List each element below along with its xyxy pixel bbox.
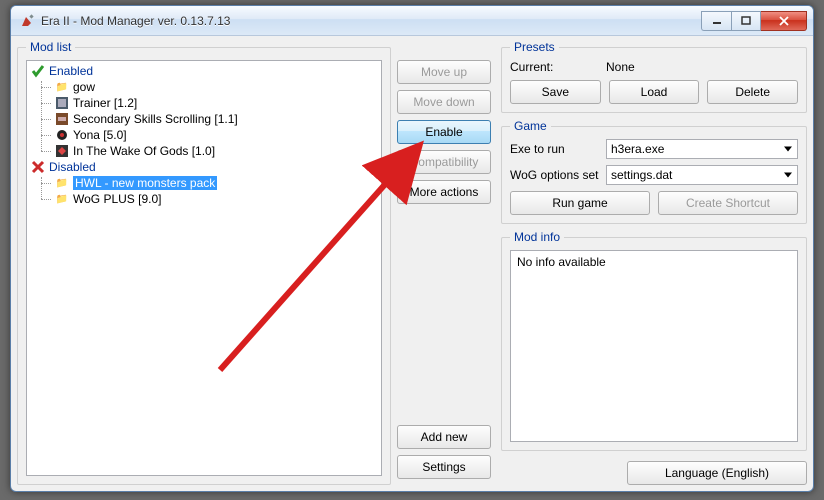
more-actions-button[interactable]: More actions [397,180,491,204]
wog-value: settings.dat [611,168,672,182]
enabled-group-label: Enabled [49,64,93,78]
mod-icon [55,96,69,110]
x-icon [31,160,45,174]
mod-tree[interactable]: Enabled 📁 gow Trainer [1.2] [26,60,382,476]
right-column: Presets Current: None Save Load Delete G… [501,40,807,485]
content-area: Mod list Enabled 📁 gow [11,36,813,491]
game-legend: Game [510,119,551,133]
preset-load-button[interactable]: Load [609,80,700,104]
wog-combo[interactable]: settings.dat [606,165,798,185]
move-down-button[interactable]: Move down [397,90,491,114]
modinfo-legend: Mod info [510,230,564,244]
spacer [397,210,495,425]
mod-label: WoG PLUS [9.0] [73,192,161,206]
create-shortcut-button[interactable]: Create Shortcut [658,191,798,215]
mod-item[interactable]: Yona [5.0] [27,127,381,143]
app-window: Era II - Mod Manager ver. 0.13.7.13 Mod … [10,5,814,492]
action-column: Move up Move down Enable Compatibility M… [397,40,495,485]
enable-button[interactable]: Enable [397,120,491,144]
folder-icon: 📁 [55,192,69,206]
window-controls [701,11,807,31]
minimize-button[interactable] [701,11,731,31]
mod-label: gow [73,80,95,94]
compatibility-button[interactable]: Compatibility [397,150,491,174]
exe-combo[interactable]: h3era.exe [606,139,798,159]
modlist-legend: Mod list [26,40,75,54]
enabled-group-header[interactable]: Enabled [27,63,381,79]
wog-label: WoG options set [510,168,600,182]
preset-delete-button[interactable]: Delete [707,80,798,104]
disabled-group: Disabled 📁 HWL - new monsters pack 📁 WoG… [27,159,381,207]
exe-label: Exe to run [510,142,600,156]
mod-icon [55,128,69,142]
modlist-panel: Mod list Enabled 📁 gow [17,40,391,485]
mod-label: HWL - new monsters pack [73,176,217,190]
mod-label: Secondary Skills Scrolling [1.1] [73,112,238,126]
settings-button[interactable]: Settings [397,455,491,479]
mod-item[interactable]: Secondary Skills Scrolling [1.1] [27,111,381,127]
maximize-button[interactable] [731,11,761,31]
modinfo-text: No info available [510,250,798,442]
window-title: Era II - Mod Manager ver. 0.13.7.13 [41,14,230,28]
disabled-group-label: Disabled [49,160,96,174]
language-button[interactable]: Language (English) [627,461,807,485]
mod-label: Trainer [1.2] [73,96,137,110]
mod-item[interactable]: 📁 gow [27,79,381,95]
mod-label: Yona [5.0] [73,128,127,142]
current-preset-value: None [606,60,635,74]
mod-icon [55,144,69,158]
mod-icon [55,112,69,126]
exe-value: h3era.exe [611,142,664,156]
disabled-group-header[interactable]: Disabled [27,159,381,175]
mod-item[interactable]: 📁 HWL - new monsters pack [27,175,381,191]
modinfo-panel: Mod info No info available [501,230,807,451]
current-preset-label: Current: [510,60,600,74]
folder-icon: 📁 [55,176,69,190]
presets-legend: Presets [510,40,559,54]
game-panel: Game Exe to run h3era.exe WoG options se… [501,119,807,224]
mod-item[interactable]: Trainer [1.2] [27,95,381,111]
move-up-button[interactable]: Move up [397,60,491,84]
check-icon [31,64,45,78]
enabled-group: Enabled 📁 gow Trainer [1.2] [27,63,381,159]
run-game-button[interactable]: Run game [510,191,650,215]
titlebar[interactable]: Era II - Mod Manager ver. 0.13.7.13 [11,6,813,36]
mod-item[interactable]: In The Wake Of Gods [1.0] [27,143,381,159]
close-button[interactable] [761,11,807,31]
preset-save-button[interactable]: Save [510,80,601,104]
mod-item[interactable]: 📁 WoG PLUS [9.0] [27,191,381,207]
app-icon [19,13,35,29]
add-new-button[interactable]: Add new [397,425,491,449]
mod-label: In The Wake Of Gods [1.0] [73,144,215,158]
presets-panel: Presets Current: None Save Load Delete [501,40,807,113]
folder-icon: 📁 [55,80,69,94]
language-row: Language (English) [501,457,807,485]
